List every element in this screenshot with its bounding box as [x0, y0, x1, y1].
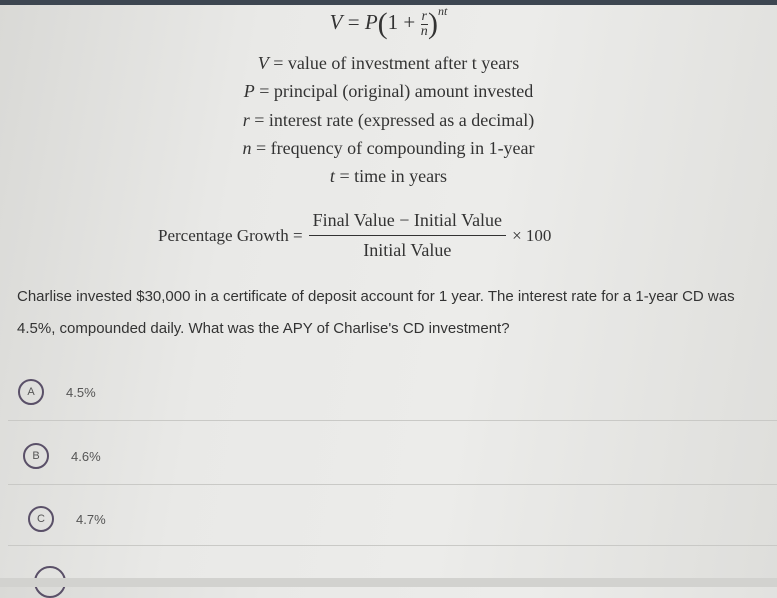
definition-n: n = frequency of compounding in 1-year — [242, 138, 535, 158]
option-b-radio[interactable]: B — [23, 443, 49, 469]
option-a-radio[interactable]: A — [18, 379, 44, 405]
compound-interest-formula: V = P(1 + r n)nt — [329, 4, 448, 41]
divider — [8, 484, 777, 485]
option-c-radio[interactable]: C — [28, 506, 54, 532]
formula-equals: = — [347, 10, 360, 34]
definition-t: t = time in years — [329, 166, 448, 186]
option-b[interactable]: B 4.6% — [0, 436, 777, 476]
definition-v: V = value of investment after t years — [257, 53, 520, 73]
percentage-growth-fraction: Final Value − Initial Value Initial Valu… — [308, 210, 507, 261]
definition-p: P = principal (original) amount invested — [243, 81, 534, 101]
formula-fraction: rn — [420, 8, 428, 39]
formula-n: n — [420, 23, 428, 39]
fraction-denominator: Initial Value — [363, 240, 452, 260]
definition-r: r = interest rate (expressed as a decima… — [242, 110, 535, 130]
percentage-growth-formula: Percentage Growth = Final Value − Initia… — [158, 210, 551, 261]
question-text: Charlise invested $30,000 in a certifica… — [17, 288, 735, 337]
option-a-text: 4.5% — [66, 384, 96, 400]
option-b-text: 4.6% — [71, 448, 101, 464]
option-c[interactable]: C 4.7% — [0, 499, 777, 539]
formula-v: V — [329, 10, 343, 34]
formula-p: P — [364, 10, 378, 34]
percentage-growth-label: Percentage Growth = — [158, 225, 303, 245]
formula-one-plus: 1 + — [387, 10, 416, 34]
divider — [8, 420, 777, 421]
formula-exponent: nt — [437, 4, 448, 18]
option-a[interactable]: A 4.5% — [0, 372, 777, 412]
formula-r: r — [421, 8, 427, 24]
times-100: × 100 — [512, 225, 552, 245]
fraction-numerator: Final Value − Initial Value — [308, 210, 507, 236]
bottom-bar — [0, 578, 777, 587]
divider — [8, 545, 777, 546]
option-c-text: 4.7% — [76, 511, 106, 527]
